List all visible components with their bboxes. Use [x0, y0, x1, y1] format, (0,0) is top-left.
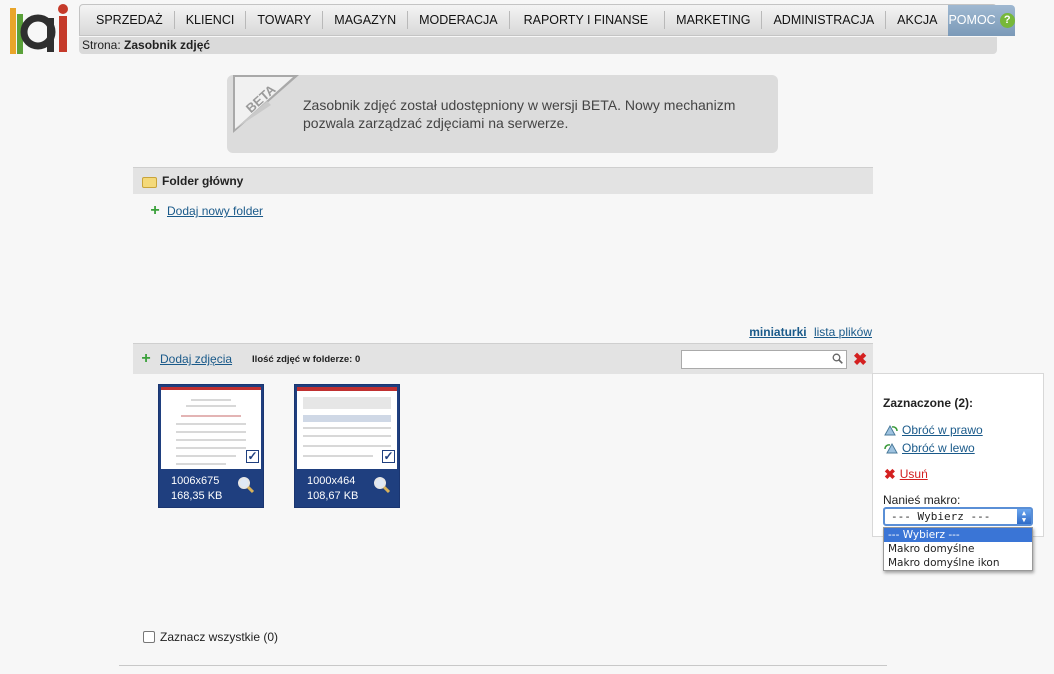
macro-option[interactable]: --- Wybierz --- — [884, 528, 1032, 542]
macro-label: Nanieś makro: — [883, 493, 961, 507]
photo-thumbnail[interactable]: ✓ 1000x464 108,67 KB — [294, 384, 400, 508]
photo-checkbox[interactable]: ✓ — [246, 450, 259, 463]
nav-item-sales[interactable]: SPRZEDAŻ — [80, 11, 175, 29]
select-arrows-icon: ▲ ▼ — [1017, 509, 1031, 524]
plus-icon: + — [150, 202, 160, 219]
photo-count: Ilość zdjęć w folderze: 0 — [252, 353, 361, 365]
help-button[interactable]: POMOC ? — [948, 4, 1015, 36]
photo-info: 1006x675 168,35 KB — [171, 474, 222, 504]
clear-search-icon[interactable]: ✖ — [853, 351, 867, 368]
rotate-right-action: Obróć w prawo — [884, 423, 983, 437]
photos-toolbar: + Dodaj zdjęcia Ilość zdjęć w folderze: … — [133, 343, 873, 374]
main-nav: SPRZEDAŻ KLIENCI TOWARY MAGAZYN MODERACJ… — [79, 4, 1015, 36]
folder-title: Folder główny — [162, 174, 244, 188]
nav-item-reports[interactable]: RAPORTY I FINANSE — [510, 11, 666, 29]
folder-header: Folder główny — [133, 167, 873, 194]
add-folder-action: + Dodaj nowy folder — [149, 202, 263, 219]
breadcrumb: Strona: Zasobnik zdjęć — [79, 37, 997, 54]
select-all-label: Zaznacz wszystkie (0) — [160, 630, 279, 644]
macro-option[interactable]: Makro domyślne ikon — [884, 556, 1032, 570]
view-file-list-link[interactable]: lista plików — [814, 325, 872, 339]
help-icon: ? — [999, 12, 1015, 28]
rotate-right-link[interactable]: Obróć w prawo — [902, 423, 983, 437]
app-logo[interactable] — [6, 2, 76, 56]
rotate-left-action: Obróć w lewo — [884, 441, 975, 455]
help-label: POMOC — [948, 13, 996, 27]
photo-dimensions: 1000x464 — [307, 475, 356, 487]
plus-icon: + — [141, 350, 151, 367]
nav-item-administration[interactable]: ADMINISTRACJA — [762, 11, 887, 29]
rotate-left-icon — [884, 442, 898, 454]
delete-icon: ✖ — [884, 466, 896, 482]
photo-info: 1000x464 108,67 KB — [307, 474, 358, 504]
beta-badge-icon: BETA — [233, 75, 299, 133]
search-input[interactable] — [681, 350, 847, 369]
photo-dimensions: 1006x675 — [171, 475, 220, 487]
rotate-right-icon — [884, 424, 898, 436]
beta-banner: BETA Zasobnik zdjęć został udostępniony … — [227, 75, 778, 153]
nav-item-warehouse[interactable]: MAGAZYN — [323, 11, 409, 29]
breadcrumb-prefix: Strona: — [82, 38, 121, 52]
nav-item-clients[interactable]: KLIENCI — [175, 11, 247, 29]
add-photos-link[interactable]: Dodaj zdjęcia — [160, 352, 232, 366]
photo-thumbnail[interactable]: ✓ 1006x675 168,35 KB — [158, 384, 264, 508]
photo-checkbox[interactable]: ✓ — [382, 450, 395, 463]
selection-panel: Zaznaczone (2): Obróć w prawo Obróć w le… — [872, 373, 1044, 537]
macro-select[interactable]: --- Wybierz --- ▲ ▼ — [883, 507, 1033, 526]
view-switch: miniaturki lista plików — [749, 325, 872, 339]
nav-item-goods[interactable]: TOWARY — [246, 11, 324, 29]
macro-dropdown: --- Wybierz --- Makro domyślne Makro dom… — [883, 527, 1033, 571]
delete-link[interactable]: Usuń — [900, 467, 928, 481]
add-folder-link[interactable]: Dodaj nowy folder — [167, 204, 263, 218]
select-all-checkbox[interactable] — [143, 631, 155, 643]
macro-select-value: --- Wybierz --- — [891, 510, 991, 523]
divider — [119, 665, 887, 666]
zoom-icon[interactable] — [373, 476, 391, 494]
nav-item-action[interactable]: AKCJA — [886, 11, 948, 29]
folder-icon — [142, 176, 157, 188]
search-icon[interactable] — [832, 353, 843, 364]
photo-size: 108,67 KB — [307, 490, 359, 502]
select-all[interactable]: Zaznacz wszystkie (0) — [143, 630, 278, 644]
macro-option[interactable]: Makro domyślne — [884, 542, 1032, 556]
view-thumbnails-link[interactable]: miniaturki — [749, 325, 806, 339]
breadcrumb-current: Zasobnik zdjęć — [124, 38, 211, 52]
beta-message: Zasobnik zdjęć został udostępniony w wer… — [303, 97, 736, 131]
nav-item-moderation[interactable]: MODERACJA — [408, 11, 510, 29]
zoom-icon[interactable] — [237, 476, 255, 494]
rotate-left-link[interactable]: Obróć w lewo — [902, 441, 975, 455]
delete-action: ✖ Usuń — [884, 467, 928, 481]
nav-item-marketing[interactable]: MARKETING — [665, 11, 763, 29]
selection-title: Zaznaczone (2): — [883, 396, 974, 410]
photo-size: 168,35 KB — [171, 490, 223, 502]
